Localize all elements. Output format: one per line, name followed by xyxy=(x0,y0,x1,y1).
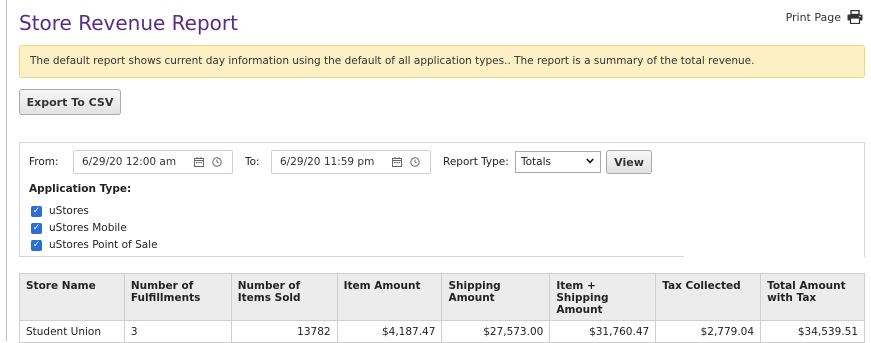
chevron-down-icon xyxy=(586,157,594,167)
column-header-shipping-amount[interactable]: Shipping Amount xyxy=(441,273,551,321)
page-left-border xyxy=(6,0,7,341)
panel-divider xyxy=(19,256,684,257)
report-filter-panel: From: 6/29/20 12:00 am To: 6/29/20 11:59… xyxy=(19,142,865,257)
cell-item-shipping-amount: $31,760.47 xyxy=(549,320,657,343)
checkbox-ustores-point-of-sale[interactable]: ✓ uStores Point of Sale xyxy=(31,239,158,251)
column-header-fulfillments[interactable]: Number of Fulfillments xyxy=(123,273,232,321)
view-button[interactable]: View xyxy=(606,150,652,174)
calendar-icon[interactable] xyxy=(388,157,406,167)
cell-total-with-tax: $34,539.51 xyxy=(760,320,865,343)
from-date-value: 6/29/20 12:00 am xyxy=(82,156,177,168)
column-header-store-name[interactable]: Store Name xyxy=(19,273,125,321)
revenue-table: Store Name Number of Fulfillments Number… xyxy=(19,273,865,343)
checkbox-label: uStores Mobile xyxy=(49,222,127,234)
export-csv-button[interactable]: Export To CSV xyxy=(19,89,121,115)
page-title: Store Revenue Report xyxy=(19,11,238,35)
info-notice: The default report shows current day inf… xyxy=(19,45,865,78)
printer-icon[interactable] xyxy=(847,10,863,24)
to-date-value: 6/29/20 11:59 pm xyxy=(280,156,375,168)
to-label: To: xyxy=(245,156,260,168)
checkbox-checked-icon[interactable]: ✓ xyxy=(31,205,42,217)
cell-store-name: Student Union xyxy=(19,320,125,343)
checkbox-checked-icon[interactable]: ✓ xyxy=(31,239,42,251)
clock-icon[interactable] xyxy=(406,157,424,167)
checkbox-checked-icon[interactable]: ✓ xyxy=(31,222,42,234)
checkbox-ustores-mobile[interactable]: ✓ uStores Mobile xyxy=(31,222,127,234)
print-page-label: Print Page xyxy=(785,10,841,24)
table-header-row: Store Name Number of Fulfillments Number… xyxy=(19,273,865,321)
cell-items-sold: 13782 xyxy=(230,320,338,343)
cell-item-amount: $4,187.47 xyxy=(336,320,443,343)
application-type-label: Application Type: xyxy=(29,183,132,195)
to-date-input[interactable]: 6/29/20 11:59 pm xyxy=(271,150,431,174)
column-header-total-with-tax[interactable]: Total Amount with Tax xyxy=(760,273,865,321)
column-header-items-sold[interactable]: Number of Items Sold xyxy=(230,273,338,321)
clock-icon[interactable] xyxy=(208,157,226,167)
cell-shipping-amount: $27,573.00 xyxy=(441,320,551,343)
column-header-item-shipping-amount[interactable]: Item + Shipping Amount xyxy=(549,273,657,321)
report-type-label: Report Type: xyxy=(443,156,509,168)
table-row: Student Union 3 13782 $4,187.47 $27,573.… xyxy=(19,320,865,343)
from-label: From: xyxy=(29,156,59,168)
print-page-link[interactable]: Print Page xyxy=(786,10,863,24)
date-filter-row: From: 6/29/20 12:00 am To: 6/29/20 11:59… xyxy=(29,149,652,175)
checkbox-label: uStores Point of Sale xyxy=(49,239,158,251)
column-header-tax-collected[interactable]: Tax Collected xyxy=(655,273,762,321)
calendar-icon[interactable] xyxy=(190,157,208,167)
checkbox-label: uStores xyxy=(49,205,89,217)
column-header-item-amount[interactable]: Item Amount xyxy=(336,273,443,321)
report-type-value: Totals xyxy=(521,156,551,168)
report-type-select[interactable]: Totals xyxy=(515,151,601,173)
from-date-input[interactable]: 6/29/20 12:00 am xyxy=(73,150,233,174)
checkbox-ustores[interactable]: ✓ uStores xyxy=(31,205,89,217)
cell-tax-collected: $2,779.04 xyxy=(655,320,762,343)
cell-fulfillments: 3 xyxy=(123,320,232,343)
